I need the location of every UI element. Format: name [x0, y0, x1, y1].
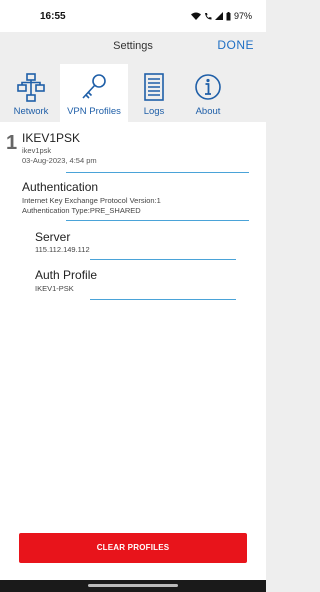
auth-profile-heading: Auth Profile	[35, 268, 98, 282]
profile-name: IKEV1PSK	[22, 131, 81, 145]
tab-vpn-profiles[interactable]: VPN Profiles	[60, 64, 128, 122]
clear-profiles-button[interactable]: CLEAR PROFILES	[19, 533, 247, 563]
battery-icon	[226, 11, 231, 20]
navigation-bar	[0, 580, 266, 592]
network-icon	[17, 73, 45, 102]
divider	[90, 299, 236, 300]
signal-icon	[214, 12, 223, 20]
status-bar: 16:55 97%	[0, 0, 266, 32]
home-indicator[interactable]	[88, 584, 178, 587]
tab-network[interactable]: Network	[0, 64, 62, 122]
authentication-protocol: Internet Key Exchange Protocol Version:1	[22, 196, 161, 205]
authentication-heading: Authentication	[22, 180, 99, 194]
done-button[interactable]: DONE	[217, 38, 254, 52]
tab-about-label: About	[195, 106, 221, 117]
wifi-icon	[190, 12, 201, 20]
profile-number: 1	[6, 132, 18, 154]
tab-logs-label: Logs	[143, 106, 165, 117]
tab-about[interactable]: About	[182, 64, 234, 122]
info-icon	[195, 74, 221, 100]
tab-network-label: Network	[13, 106, 49, 117]
battery-level: 97%	[233, 11, 252, 21]
tab-bar: Network VPN Profiles Logs About	[0, 62, 266, 122]
tab-vpn-profiles-label: VPN Profiles	[67, 106, 121, 117]
profile-date: 03-Aug-2023, 4:54 pm	[22, 156, 97, 165]
profile-subname: ikev1psk	[22, 146, 52, 155]
vpn-profiles-panel: 1 IKEV1PSK ikev1psk 03-Aug-2023, 4:54 pm…	[0, 122, 266, 580]
authentication-type: Authentication Type:PRE_SHARED	[22, 206, 141, 215]
app-bar: Settings DONE	[0, 32, 266, 62]
server-heading: Server	[35, 230, 71, 244]
status-time: 16:55	[40, 11, 66, 22]
auth-profile-value: IKEV1-PSK	[35, 284, 74, 293]
logs-icon	[144, 73, 164, 101]
key-icon	[82, 74, 106, 99]
server-value: 115.112.149.112	[35, 245, 90, 254]
divider	[66, 220, 249, 221]
tab-logs[interactable]: Logs	[128, 64, 180, 122]
status-icons: 97%	[190, 11, 252, 21]
call-icon	[204, 13, 212, 20]
divider	[90, 259, 236, 260]
divider	[66, 172, 249, 173]
